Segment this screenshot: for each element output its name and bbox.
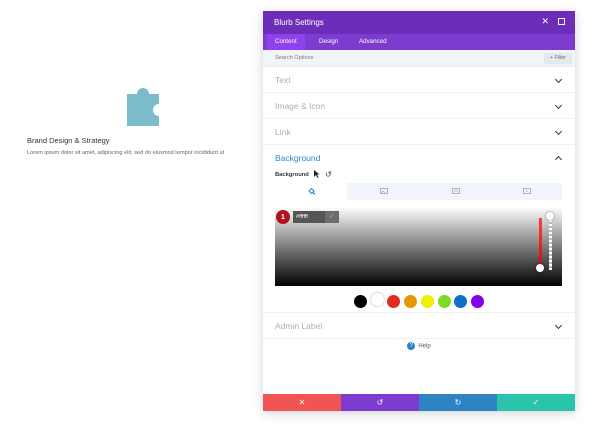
close-icon[interactable]: ✕ [541, 16, 549, 27]
section-label: Image & Icon [275, 101, 326, 111]
chevron-up-icon[interactable] [554, 155, 563, 164]
color-picker-area[interactable]: 1 #ffffff ✓ [275, 207, 562, 286]
swatch-white[interactable] [370, 293, 384, 306]
cursor-icon [314, 170, 320, 178]
opacity-slider-track[interactable] [549, 216, 552, 270]
help-link[interactable]: ? Help [263, 342, 575, 350]
swatch-green[interactable] [437, 295, 451, 308]
reset-icon[interactable]: ↺ [325, 170, 332, 179]
tab-advanced[interactable]: Advanced [351, 34, 395, 50]
checkmark-icon[interactable]: ✓ [325, 211, 339, 223]
section-label[interactable]: Background [275, 153, 320, 163]
preview-body: Lorem ipsum dolor sit amet, adipiscing e… [27, 150, 225, 156]
tab-content[interactable]: Content [267, 34, 305, 50]
modal-tabs: Content Design Advanced [263, 34, 575, 50]
section-text[interactable]: Text [263, 67, 575, 93]
chevron-down-icon [554, 127, 563, 136]
tab-bg-image[interactable] [419, 183, 491, 200]
swatch-purple[interactable] [470, 295, 484, 308]
section-label: Admin Label [275, 321, 323, 331]
filter-button[interactable]: + Filter [544, 53, 572, 64]
tab-bg-gradient[interactable] [347, 183, 419, 200]
puzzle-piece-icon [127, 88, 159, 126]
background-type-tabs [275, 183, 562, 200]
modal-footer: ✕ ↺ ↻ ✓ [263, 394, 575, 411]
help-label: Help [418, 343, 431, 350]
section-admin-label[interactable]: Admin Label [263, 313, 575, 339]
preview-title: Brand Design & Strategy [27, 136, 110, 145]
blurb-settings-modal: Blurb Settings ✕ Content Design Advanced… [263, 11, 575, 411]
swatch-orange[interactable] [404, 295, 418, 308]
background-label: Background [275, 172, 309, 178]
search-bar: + Filter [263, 50, 575, 67]
expand-icon[interactable] [558, 18, 565, 25]
redo-button[interactable]: ↻ [419, 394, 497, 411]
cancel-button[interactable]: ✕ [263, 394, 341, 411]
swatch-black[interactable] [354, 295, 367, 308]
section-background: Background Background ↺ 1 #ffffff ✓ [263, 145, 575, 313]
section-label: Link [275, 127, 291, 137]
hue-slider-handle[interactable] [536, 264, 544, 272]
tab-design[interactable]: Design [311, 34, 346, 50]
paint-bucket-icon [308, 188, 315, 195]
pattern-icon [523, 188, 532, 194]
opacity-slider-handle[interactable] [546, 212, 554, 220]
tab-bg-video[interactable] [490, 183, 562, 200]
swatch-blue[interactable] [454, 295, 468, 308]
chevron-down-icon [554, 75, 563, 84]
section-label: Text [275, 75, 291, 85]
image-icon [379, 188, 388, 194]
section-image-icon[interactable]: Image & Icon [263, 93, 575, 119]
save-button[interactable]: ✓ [497, 394, 575, 411]
tab-bg-color[interactable] [275, 183, 347, 200]
undo-button[interactable]: ↺ [341, 394, 419, 411]
swatch-yellow[interactable] [420, 295, 434, 308]
help-icon: ? [407, 342, 416, 350]
hue-slider-track[interactable] [539, 218, 542, 269]
chevron-down-icon [554, 101, 563, 110]
modal-title: Blurb Settings [274, 18, 324, 27]
section-link[interactable]: Link [263, 119, 575, 145]
chevron-down-icon [554, 321, 563, 330]
step-badge: 1 [276, 210, 290, 224]
modal-header: Blurb Settings ✕ [263, 11, 575, 34]
hex-color-input[interactable]: #ffffff [293, 211, 325, 223]
swatch-red[interactable] [387, 295, 401, 308]
video-icon [451, 188, 460, 194]
search-input[interactable] [275, 50, 475, 66]
